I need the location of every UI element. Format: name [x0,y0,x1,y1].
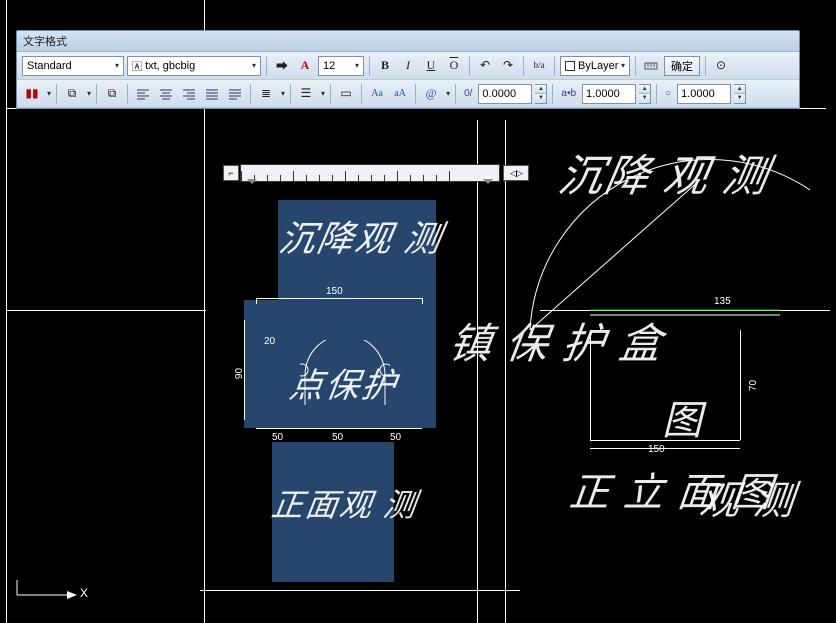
drawing-text: 点保护 [287,358,402,407]
symbol-button[interactable]: @ [421,84,441,104]
tracking-spinner[interactable]: ▲▼ [639,84,651,104]
style-combo[interactable]: Standard ▾ [22,56,124,76]
text-color-button[interactable]: A [295,56,315,76]
ruler-width-arrows[interactable]: ◁▷ [503,165,529,181]
ok-button[interactable]: 确定 [664,56,700,76]
bylayer-value: ByLayer [578,60,618,72]
stack-fraction-button[interactable]: b/a [529,56,549,76]
toolbar-title: 文字格式 [17,31,799,52]
width-factor-spinner[interactable]: ▲▼ [734,84,746,104]
drawing-text: 正面观 测 [269,480,421,526]
dim-20: 20 [264,336,275,347]
dim-135: 135 [714,296,731,307]
style-value: Standard [27,60,72,72]
dim-50c: 50 [390,432,401,443]
tracking-label: a•b [558,88,579,99]
redo-button[interactable]: ↷ [498,56,518,76]
oblique-label: 0/ [461,88,475,99]
toolbar-row-2: ▮▮▾ ⧉▾ ⧉ ≣▾ ☰▾ ▭ Aa aA @▾ 0/ 0.0000 ▲▼ a… [17,80,799,108]
size-value: 12 [323,60,335,72]
ucs-icon: X [12,580,82,613]
line-spacing-button[interactable]: ≣ [256,84,276,104]
align-distribute-button[interactable] [225,84,245,104]
uppercase-button[interactable]: Aa [367,84,387,104]
ucs-x-label: X [80,586,88,600]
color-bylayer-combo[interactable]: ByLayer ▾ [560,56,630,76]
text-format-toolbar: 文字格式 Standard ▾ 🄰 txt, gbcbig ▾ ⮕ A 12 ▾… [16,30,800,109]
dim-90: 90 [234,368,245,379]
undo-button[interactable]: ↶ [475,56,495,76]
align-left-button[interactable] [133,84,153,104]
toolbar-row-1: Standard ▾ 🄰 txt, gbcbig ▾ ⮕ A 12 ▾ B I … [17,52,799,80]
dim-150: 150 [326,286,343,297]
width-factor-input[interactable]: 1.0000 [677,84,731,104]
italic-button[interactable]: I [398,56,418,76]
dim-50b: 50 [332,432,343,443]
bold-button[interactable]: B [375,56,395,76]
font-value: txt, gbcbig [145,60,195,72]
ruler-tab-icon[interactable]: ⌐ [223,165,239,181]
mtext-ruler[interactable]: ⌐ ◁▷ [240,164,500,182]
drawing-text: 镇 保 护 盒 [446,310,668,371]
lowercase-button[interactable]: aA [390,84,410,104]
tracking-input[interactable]: 1.0000 [582,84,636,104]
drawing-text: 观 测 [697,468,799,526]
overline-button[interactable]: O [444,56,464,76]
align-center-button[interactable] [156,84,176,104]
align-right-button[interactable] [179,84,199,104]
size-combo[interactable]: 12 ▾ [318,56,364,76]
annotative-toggle[interactable]: ⮕ [272,56,292,76]
width-factor-label: ○ [662,88,674,99]
mtext-justify-button[interactable]: ⧉ [62,84,82,104]
oblique-input[interactable]: 0.0000 [478,84,532,104]
columns-button[interactable]: ▮▮ [22,84,42,104]
drawing-text: 沉降观 测 [275,210,447,262]
dim-50a: 50 [272,432,283,443]
ruler-toggle[interactable] [641,56,661,76]
options-button[interactable]: ⊙ [711,56,731,76]
paragraph-button[interactable]: ⧉ [102,84,122,104]
oblique-spinner[interactable]: ▲▼ [535,84,547,104]
indent-right-marker[interactable] [483,179,493,189]
numbering-button[interactable]: ☰ [296,84,316,104]
align-justify-button[interactable] [202,84,222,104]
indent-left-marker[interactable] [247,179,257,189]
drawing-text: 图 [662,388,704,446]
font-combo[interactable]: 🄰 txt, gbcbig ▾ [127,56,261,76]
drawing-text: 沉降 观 测 [554,140,775,204]
underline-button[interactable]: U [421,56,441,76]
insert-field-button[interactable]: ▭ [336,84,356,104]
dim-70: 70 [748,380,759,391]
